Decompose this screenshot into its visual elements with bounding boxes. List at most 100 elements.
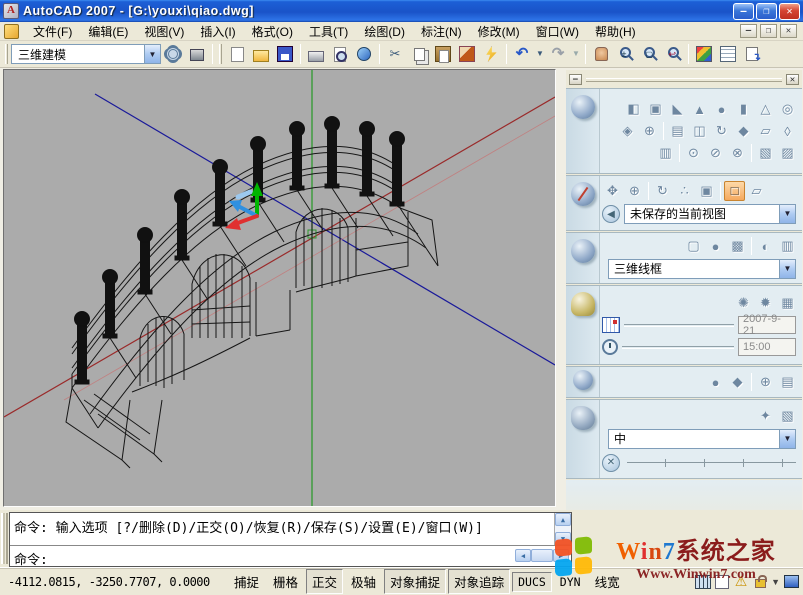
render-region-icon[interactable]: ▧ xyxy=(777,406,798,426)
menu-draw[interactable]: 绘图(D) xyxy=(356,21,413,42)
restore-view-button[interactable]: ◀ xyxy=(602,205,620,223)
perspective-projection-icon[interactable]: ▱ xyxy=(746,181,767,201)
cylinder-icon[interactable]: ▮ xyxy=(733,99,754,119)
command-scrollbar[interactable]: ▲ ▼ xyxy=(554,513,571,545)
render-quality-combo[interactable]: 中 ▼ xyxy=(608,429,796,449)
menu-tools[interactable]: 工具(T) xyxy=(301,21,356,42)
orbit-icon[interactable]: ↻ xyxy=(652,181,673,201)
pyramid-icon[interactable]: △ xyxy=(755,99,776,119)
visual-style-combo[interactable]: 三维线框 ▼ xyxy=(608,259,796,279)
toggle-lineweight[interactable]: 线宽 xyxy=(589,569,626,594)
clock-icon[interactable] xyxy=(602,339,618,355)
materials-library-icon[interactable]: ▤ xyxy=(777,372,798,392)
menu-modify[interactable]: 修改(M) xyxy=(470,21,528,42)
undo-button[interactable]: ↶ xyxy=(510,42,534,66)
toggle-polar[interactable]: 极轴 xyxy=(345,569,382,594)
realistic-sphere-icon[interactable]: ● xyxy=(705,236,726,256)
intersect-icon[interactable]: ⊗ xyxy=(727,143,748,163)
cube-icon[interactable]: ▣ xyxy=(645,99,666,119)
menu-view[interactable]: 视图(V) xyxy=(136,21,192,42)
scroll-up-button[interactable]: ▲ xyxy=(555,513,571,526)
publish-button[interactable] xyxy=(352,42,376,66)
union-icon[interactable]: ⊙ xyxy=(683,143,704,163)
dashboard-grip[interactable] xyxy=(586,78,782,82)
chevron-down-icon[interactable]: ▼ xyxy=(779,430,795,448)
pan-button[interactable] xyxy=(589,42,613,66)
panel-light-launcher[interactable] xyxy=(566,286,600,364)
view-combo[interactable]: 未保存的当前视图 ▼ xyxy=(624,204,796,224)
loft-icon[interactable]: ◆ xyxy=(733,121,754,141)
workspace-settings-button[interactable] xyxy=(161,42,185,66)
planar-surface-icon[interactable]: ◊ xyxy=(777,121,798,141)
presspull-icon[interactable]: ▤ xyxy=(667,121,688,141)
doc-restore-button[interactable]: ❐ xyxy=(760,24,777,38)
plot-button[interactable] xyxy=(304,42,328,66)
toggle-ducs[interactable]: DUCS xyxy=(512,572,552,592)
subtract-icon[interactable]: ⊘ xyxy=(705,143,726,163)
torus-icon[interactable]: ◎ xyxy=(777,99,798,119)
zoom-window-button[interactable] xyxy=(637,42,661,66)
polysolid-icon[interactable]: ◈ xyxy=(617,121,638,141)
command-window-grip[interactable] xyxy=(1,513,8,564)
spotlight-icon[interactable]: ✹ xyxy=(755,293,776,313)
close-button[interactable]: ✕ xyxy=(779,3,800,20)
sheet-set-manager-button[interactable] xyxy=(740,42,764,66)
dashboard-close-button[interactable]: ✕ xyxy=(786,74,799,85)
point-light-icon[interactable]: ✺ xyxy=(733,293,754,313)
menu-window[interactable]: 窗口(W) xyxy=(528,21,587,42)
pan-hand-icon[interactable]: ✥ xyxy=(602,181,623,201)
redo-dropdown-button[interactable]: ▼ xyxy=(570,42,582,66)
annotation-autoscale-icon[interactable] xyxy=(714,574,730,590)
material-attach-icon[interactable]: ⊕ xyxy=(755,372,776,392)
zoom-previous-button[interactable] xyxy=(661,42,685,66)
toggle-grid[interactable]: 栅格 xyxy=(267,569,304,594)
warning-icon[interactable]: ⚠ xyxy=(733,574,749,590)
copy-button[interactable] xyxy=(407,42,431,66)
sun-date-slider[interactable] xyxy=(624,324,734,327)
render-output-toggle-button[interactable]: ✕ xyxy=(602,454,620,472)
undo-dropdown-button[interactable]: ▼ xyxy=(534,42,546,66)
dashboard-collapse-button[interactable]: − xyxy=(569,74,582,85)
wedge-icon[interactable]: ◣ xyxy=(667,99,688,119)
slice-icon[interactable]: ▱ xyxy=(755,121,776,141)
sun-time-slider[interactable] xyxy=(622,346,734,349)
coordinate-readout[interactable]: -4112.0815, -3250.7707, 0.0000 xyxy=(2,573,228,591)
match-properties-button[interactable] xyxy=(455,42,479,66)
toolbar-grip-2[interactable] xyxy=(219,44,222,64)
menu-dimension[interactable]: 标注(N) xyxy=(413,21,470,42)
thicken-icon[interactable]: ▥ xyxy=(655,143,676,163)
document-icon[interactable] xyxy=(4,24,19,39)
panel-materials-launcher[interactable] xyxy=(566,367,600,397)
workspace-lock-button[interactable] xyxy=(185,42,209,66)
3d-wireframe-icon[interactable]: ▢ xyxy=(683,236,704,256)
face-color-mode-icon[interactable]: ▩ xyxy=(727,236,748,256)
command-text-area[interactable]: 命令: 输入选项 [?/删除(D)/正交(O)/恢复(R)/保存(S)/设置(E… xyxy=(9,512,572,567)
xray-mode-icon[interactable]: ◐ xyxy=(755,236,776,256)
sweep-icon[interactable]: ◫ xyxy=(689,121,710,141)
chevron-down-icon[interactable]: ▼ xyxy=(779,260,795,278)
3d-rotate-icon[interactable]: ▨ xyxy=(777,143,798,163)
toolbar-grip[interactable] xyxy=(5,44,8,64)
designcenter-button[interactable] xyxy=(716,42,740,66)
panel-render-launcher[interactable] xyxy=(566,400,600,478)
walk-icon[interactable]: ∴ xyxy=(674,181,695,201)
sun-date-field[interactable]: 2007-9-21 xyxy=(738,316,796,334)
tray-menu-chevron-icon[interactable]: ▼ xyxy=(771,577,780,587)
new-file-button[interactable] xyxy=(225,42,249,66)
materials-editor-icon[interactable]: ● xyxy=(705,372,726,392)
properties-button[interactable] xyxy=(692,42,716,66)
paste-button[interactable] xyxy=(431,42,455,66)
sphere-icon[interactable]: ● xyxy=(711,99,732,119)
autocad-app-icon[interactable] xyxy=(3,3,19,19)
drawing-viewport[interactable] xyxy=(3,69,556,507)
menu-file[interactable]: 文件(F) xyxy=(25,21,80,42)
sun-time-field[interactable]: 15:00 xyxy=(738,338,796,356)
box-icon[interactable]: ◧ xyxy=(623,99,644,119)
save-button[interactable] xyxy=(273,42,297,66)
calendar-icon[interactable] xyxy=(602,317,620,333)
revolve-icon[interactable]: ↻ xyxy=(711,121,732,141)
plot-preview-button[interactable] xyxy=(328,42,352,66)
toggle-snap[interactable]: 捕捉 xyxy=(228,569,265,594)
render-icon[interactable]: ✦ xyxy=(755,406,776,426)
light-list-icon[interactable]: ▦ xyxy=(777,293,798,313)
